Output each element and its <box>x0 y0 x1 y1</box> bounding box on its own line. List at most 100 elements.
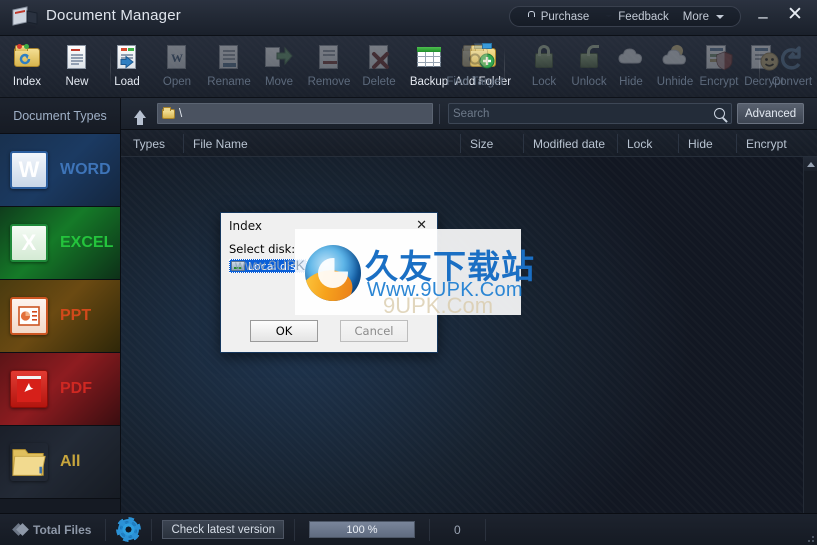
cloud-sun-unhide-icon <box>660 42 690 72</box>
disk-list[interactable]: Local disk <box>229 259 323 273</box>
convert-arrow-icon <box>777 42 807 72</box>
rename-document-icon <box>214 42 244 72</box>
more-menu-button[interactable]: More <box>676 7 731 26</box>
sidebar-item-pdf[interactable]: PDF <box>0 353 120 426</box>
toolbar-button-find-target-real[interactable]: Find Target <box>444 40 506 96</box>
column-header-hide[interactable]: Hide <box>678 130 713 157</box>
path-bar: \ Advanced <box>121 98 817 130</box>
toolbar-label: Rename <box>207 76 251 88</box>
total-files-label: Total Files <box>33 522 92 537</box>
toolbar-button-new[interactable]: New <box>50 40 104 96</box>
pdf-icon <box>10 370 48 408</box>
title-bar: Document Manager Purchase Feedback More … <box>0 0 817 36</box>
minimize-button[interactable]: – <box>753 8 773 26</box>
dialog-close-button[interactable]: ✕ <box>412 218 431 233</box>
diamonds-icon <box>12 523 29 536</box>
sidebar-item-ppt[interactable]: PPT <box>0 280 120 353</box>
dialog-cancel-button[interactable]: Cancel <box>340 320 408 342</box>
toolbar-label: Index <box>12 76 42 88</box>
toolbar-button-open[interactable]: W Open <box>150 40 204 96</box>
column-header-lock[interactable]: Lock <box>616 130 652 157</box>
folder-all-icon <box>10 443 48 481</box>
sidebar-item-excel[interactable]: X EXCEL <box>0 207 120 280</box>
settings-button[interactable] <box>106 514 151 545</box>
column-header-size[interactable]: Size <box>459 130 493 157</box>
sidebar-header: Document Types <box>0 98 120 134</box>
sidebar-item-all[interactable]: All <box>0 426 120 499</box>
column-header-encrypt[interactable]: Encrypt <box>736 130 787 157</box>
folder-refresh-icon <box>12 42 42 72</box>
toolbar-label: Load <box>114 76 140 88</box>
column-header-modified-date[interactable]: Modified date <box>522 130 605 157</box>
scroll-up-button[interactable] <box>804 157 817 171</box>
excel-icon: X <box>10 224 48 262</box>
toolbar-button-rename[interactable]: Rename <box>202 40 256 96</box>
toolbar-label: Open <box>162 76 192 88</box>
feedback-button[interactable]: Feedback <box>596 7 676 26</box>
toolbar-button-convert[interactable]: Convert <box>767 40 817 96</box>
ppt-icon <box>10 297 48 335</box>
find-target-icon <box>460 42 490 72</box>
chevron-down-icon <box>716 14 724 19</box>
toolbar-label: Unhide <box>656 76 694 88</box>
title-action-group: Purchase Feedback More <box>508 6 741 27</box>
toolbar-label: Find Target <box>446 76 504 88</box>
dialog-button-row: OK Cancel <box>221 320 437 342</box>
cloud-hide-icon <box>616 42 646 72</box>
disk-list-item-local-disk[interactable]: Local disk <box>229 259 307 273</box>
move-document-icon <box>264 42 294 72</box>
toolbar-label: Lock <box>531 76 557 88</box>
open-word-icon: W <box>162 42 192 72</box>
toolbar-button-move[interactable]: Move <box>252 40 306 96</box>
total-files-indicator: Total Files <box>0 514 105 545</box>
chevron-up-icon <box>807 161 815 167</box>
backup-table-icon <box>414 42 444 72</box>
toolbar-label: Hide <box>619 76 643 88</box>
file-list-scrollbar[interactable] <box>803 157 817 513</box>
sidebar: Document Types W WORD X EXCEL PPT PDF Al… <box>0 98 121 513</box>
toolbar-label: Backup <box>409 76 449 88</box>
column-header-file-name[interactable]: File Name <box>183 130 248 157</box>
resize-grip-icon[interactable] <box>804 532 814 542</box>
purchase-label: Purchase <box>540 10 590 23</box>
dialog-ok-button[interactable]: OK <box>250 320 318 342</box>
sidebar-item-label: PDF <box>60 380 92 397</box>
toolbar-button-delete[interactable]: Delete <box>352 40 406 96</box>
check-latest-version-button[interactable]: Check latest version <box>162 520 284 539</box>
new-document-icon <box>62 42 92 72</box>
disk-label: Local disk <box>248 259 303 273</box>
sidebar-item-word[interactable]: W WORD <box>0 134 120 207</box>
folder-icon <box>162 106 175 119</box>
column-header-row: Types File Name Size Modified date Lock … <box>121 130 817 157</box>
sidebar-item-label: WORD <box>60 161 111 178</box>
up-directory-button[interactable] <box>127 102 153 126</box>
close-button[interactable]: ✕ <box>785 5 805 24</box>
progress-label: 100 % <box>346 523 378 536</box>
encrypt-shield-icon <box>704 42 734 72</box>
search-box[interactable] <box>448 103 732 124</box>
app-icon <box>12 6 38 30</box>
lock-icon <box>529 42 559 72</box>
purchase-button[interactable]: Purchase <box>519 7 597 26</box>
index-dialog: Index ✕ Select disk: Local disk OK Cance… <box>220 212 438 353</box>
unlock-icon <box>574 42 604 72</box>
magnifier-icon[interactable] <box>714 108 725 119</box>
load-document-icon <box>112 42 142 72</box>
gear-icon <box>120 521 138 538</box>
column-header-types[interactable]: Types <box>133 130 165 157</box>
feedback-label: Feedback <box>618 10 669 23</box>
lock-icon <box>526 12 537 22</box>
toolbar-label: Move <box>264 76 294 88</box>
progress-cell: 100 % <box>295 514 429 545</box>
toolbar-button-remove[interactable]: Remove <box>302 40 356 96</box>
remove-document-icon <box>314 42 344 72</box>
path-input[interactable]: \ <box>157 103 433 124</box>
application-window: Document Manager Purchase Feedback More … <box>0 0 817 545</box>
status-bar: Total Files Check latest version 100 % 0 <box>0 513 817 545</box>
toolbar-button-index[interactable]: Index <box>0 40 54 96</box>
toolbar-label: Encrypt <box>699 76 739 88</box>
search-input[interactable] <box>453 107 714 120</box>
status-divider-5 <box>484 518 486 541</box>
toolbar-button-load[interactable]: Load <box>100 40 154 96</box>
advanced-search-button[interactable]: Advanced <box>737 103 805 124</box>
